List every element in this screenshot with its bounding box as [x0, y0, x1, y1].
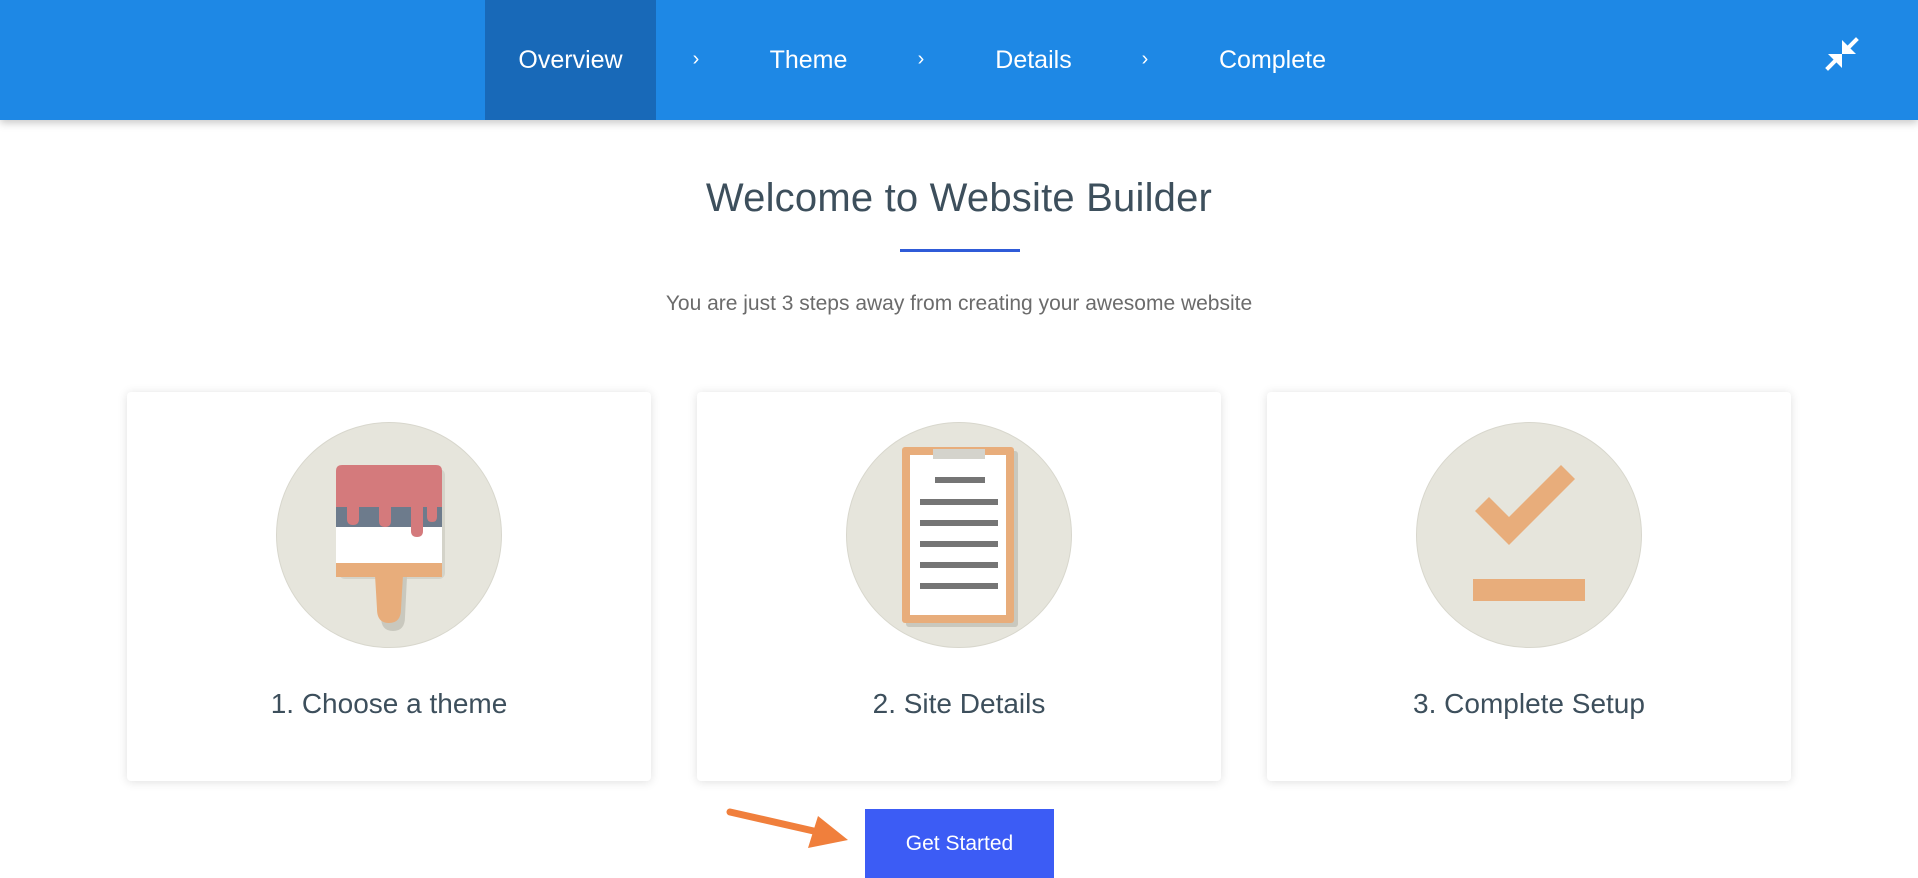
- tab-details[interactable]: Details: [976, 0, 1091, 120]
- step-card-label: 3. Complete Setup: [1413, 688, 1645, 719]
- step-separator-icon: ›: [917, 48, 925, 70]
- step-separator-icon: ›: [1141, 48, 1149, 70]
- step-card-details: 2. Site Details: [697, 392, 1221, 781]
- paint-brush-icon: [276, 422, 502, 648]
- clipboard-icon: [846, 422, 1072, 648]
- pointer-arrow-icon: [726, 800, 850, 857]
- step-card-label: 2. Site Details: [872, 688, 1046, 719]
- tab-overview[interactable]: Overview: [485, 0, 656, 120]
- step-card-complete: 3. Complete Setup: [1267, 392, 1791, 781]
- step-card-theme: 1. Choose a theme: [127, 392, 651, 781]
- wizard-nav: Overview › Theme › Details › Complete: [0, 0, 1918, 120]
- get-started-button[interactable]: Get Started: [865, 809, 1054, 878]
- step-card-label: 1. Choose a theme: [270, 688, 508, 719]
- tab-complete[interactable]: Complete: [1205, 0, 1340, 120]
- page-subtitle: You are just 3 steps away from creating …: [665, 292, 1253, 315]
- tab-theme[interactable]: Theme: [751, 0, 866, 120]
- step-separator-icon: ›: [692, 48, 700, 70]
- title-underline: [900, 249, 1020, 252]
- page-title: Welcome to Website Builder: [705, 176, 1213, 220]
- checkmark-icon: [1416, 422, 1642, 648]
- collapse-arrows-icon[interactable]: [1822, 34, 1862, 74]
